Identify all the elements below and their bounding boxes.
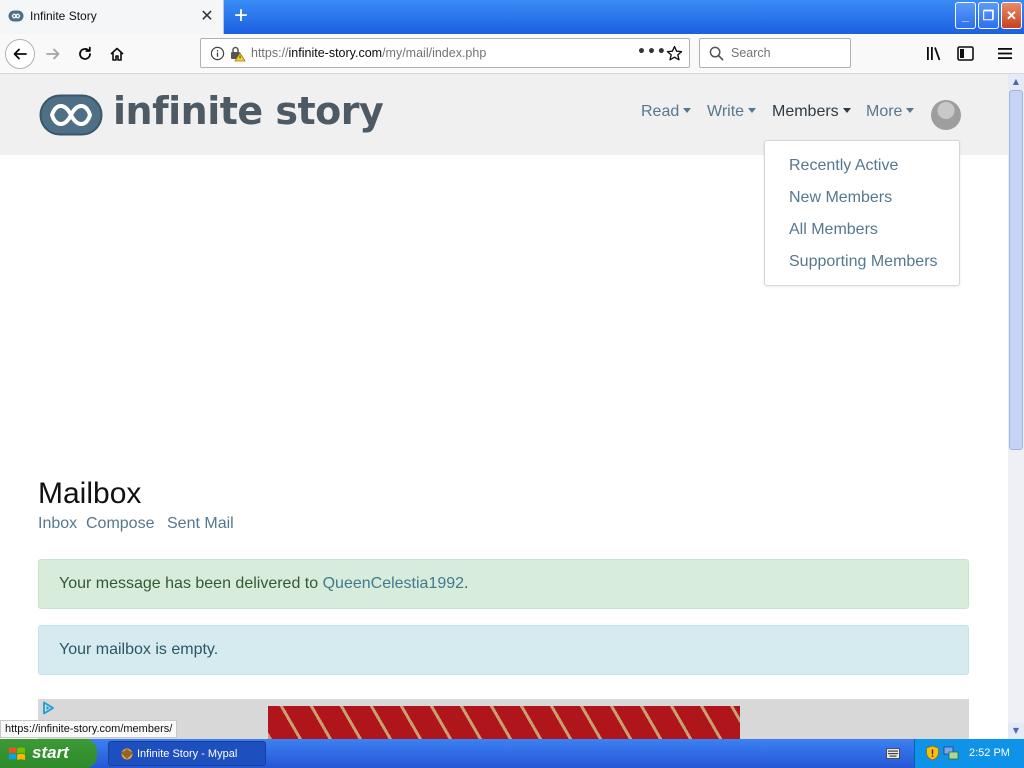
insecure-lock-icon[interactable] [229, 45, 246, 62]
chevron-down-icon [842, 108, 851, 113]
search-bar[interactable]: Search [699, 38, 851, 68]
taskbar-item-label: Infinite Story - Mypal [137, 748, 238, 760]
dropdown-item-supporting-members[interactable]: Supporting Members [789, 253, 938, 271]
system-clock[interactable]: 2:52 PM [969, 747, 1010, 759]
start-button[interactable]: start [0, 739, 97, 768]
close-tab-icon[interactable]: ✕ [198, 7, 216, 25]
info-alert-text: Your mailbox is empty. [59, 641, 219, 658]
browser-tab[interactable]: Infinite Story ✕ [0, 0, 224, 34]
browser-toolbar: https://infinite-story.com/my/mail/index… [0, 34, 1024, 74]
network-icon[interactable] [943, 745, 959, 761]
recipient-profile-link[interactable]: QueenCelestia1992 [323, 575, 464, 592]
chevron-down-icon [683, 108, 692, 113]
ad-image[interactable] [268, 706, 740, 739]
vertical-scrollbar[interactable]: ▲ ▼ [1008, 74, 1024, 739]
nav-members-dropdown[interactable]: Members [772, 103, 851, 121]
sidebar-icon[interactable] [957, 46, 974, 61]
members-dropdown-menu: Recently Active New Members All Members … [764, 140, 960, 286]
infinite-story-favicon [8, 10, 24, 22]
tab-title: Infinite Story [30, 9, 97, 23]
success-alert-text: Your message has been delivered to Queen… [59, 575, 469, 592]
menu-icon[interactable] [998, 47, 1012, 60]
minimize-window-button[interactable]: _ [955, 2, 976, 29]
sent-mail-link[interactable]: Sent Mail [167, 515, 234, 533]
info-alert: Your mailbox is empty. [38, 625, 969, 675]
back-arrow-icon [13, 48, 27, 60]
nav-read-dropdown[interactable]: Read [641, 103, 692, 121]
compose-link[interactable]: Compose [86, 515, 154, 533]
back-button[interactable] [5, 39, 35, 69]
home-icon [110, 47, 124, 61]
infinite-story-logo-icon[interactable] [39, 94, 103, 136]
inbox-link[interactable]: Inbox [38, 515, 77, 533]
forward-button[interactable] [38, 39, 68, 69]
dropdown-item-recently-active[interactable]: Recently Active [789, 157, 898, 175]
restore-window-button[interactable]: ❐ [978, 2, 999, 29]
ad-choices-icon[interactable] [41, 701, 55, 715]
status-bar-url: https://infinite-story.com/members/ [0, 720, 178, 738]
security-shield-icon[interactable] [925, 745, 940, 761]
close-window-button[interactable]: ✕ [1001, 2, 1022, 29]
user-avatar[interactable] [931, 100, 961, 130]
keyboard-icon[interactable] [886, 748, 900, 759]
url-bar[interactable]: https://infinite-story.com/my/mail/index… [200, 38, 690, 68]
nav-write-dropdown[interactable]: Write [707, 103, 757, 121]
system-tray: 2:52 PM [914, 739, 1024, 768]
search-placeholder[interactable]: Search [731, 46, 771, 60]
scroll-up-arrow-icon[interactable]: ▲ [1008, 74, 1024, 90]
home-button[interactable] [102, 39, 132, 69]
advertisement[interactable] [38, 699, 969, 739]
forward-arrow-icon [46, 48, 60, 60]
chevron-down-icon [748, 108, 757, 113]
page-title: Mailbox [38, 477, 142, 510]
mypal-browser-icon [121, 748, 133, 760]
scroll-down-arrow-icon[interactable]: ▼ [1008, 723, 1024, 739]
info-icon[interactable] [210, 46, 225, 61]
start-label: start [32, 743, 69, 762]
reload-button[interactable] [70, 39, 100, 69]
site-logo-text[interactable]: infinite story [113, 89, 384, 133]
url-text[interactable]: https://infinite-story.com/my/mail/index… [251, 46, 486, 60]
chevron-down-icon [906, 108, 915, 113]
bookmark-star-icon[interactable] [666, 45, 683, 62]
web-page: infinite story Read Write Members More R… [0, 74, 1008, 739]
search-icon [709, 46, 724, 61]
dropdown-item-new-members[interactable]: New Members [789, 189, 892, 207]
nav-more-dropdown[interactable]: More [866, 103, 915, 121]
taskbar-item-mypal[interactable]: Infinite Story - Mypal [108, 741, 266, 766]
windows-taskbar: start Infinite Story - Mypal 2:52 PM [0, 739, 1024, 768]
reload-icon [79, 46, 91, 60]
browser-tab-bar: Infinite Story ✕ + _ ❐ ✕ [0, 0, 1024, 34]
library-icon[interactable] [926, 46, 943, 62]
windows-logo-icon [9, 747, 25, 760]
page-actions-icon[interactable]: ••• [637, 44, 667, 60]
new-tab-button[interactable]: + [230, 3, 252, 29]
dropdown-item-all-members[interactable]: All Members [789, 221, 878, 239]
scrollbar-thumb[interactable] [1009, 90, 1023, 450]
success-alert: Your message has been delivered to Queen… [38, 559, 969, 609]
